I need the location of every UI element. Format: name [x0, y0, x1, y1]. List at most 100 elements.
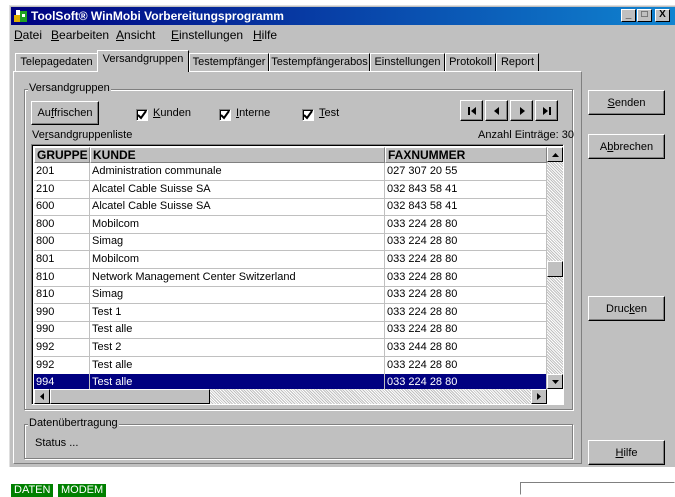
- table-row[interactable]: 210 Alcatel Cable Suisse SA 032 843 58 41: [34, 180, 547, 199]
- first-record-button[interactable]: [460, 100, 483, 121]
- list-label: Versandgruppenliste: [32, 129, 133, 141]
- refresh-button[interactable]: Au f frischen: [31, 101, 99, 125]
- cell-gruppe: 810: [34, 286, 90, 305]
- menu-hilfe[interactable]: Hilfe: [253, 28, 277, 42]
- tab-telepagedaten[interactable]: Telepagedaten: [15, 53, 98, 71]
- table-row[interactable]: 810 Simag 033 224 28 80: [34, 286, 547, 305]
- tab-protokoll[interactable]: Protokoll: [445, 53, 496, 71]
- check-icon: [137, 110, 147, 120]
- cell-kunde: Test 2: [90, 339, 385, 357]
- menu-bearbeiten[interactable]: Bearbeiten: [51, 28, 109, 42]
- table-row[interactable]: 810 Network Management Center Switzerland…: [34, 268, 547, 287]
- title-bar[interactable]: ToolSoft® WinMobi Vorbereitungsprogramm …: [11, 7, 675, 25]
- cell-faxnummer: 032 843 58 41: [385, 198, 547, 217]
- checkbox-kunden-label: Kunden: [153, 107, 191, 119]
- cell-gruppe: 800: [34, 233, 90, 252]
- cell-faxnummer: 033 224 28 80: [385, 321, 547, 340]
- cell-kunde: Test alle: [90, 321, 385, 340]
- cell-faxnummer: 033 224 28 80: [385, 233, 547, 252]
- cell-gruppe: 990: [34, 303, 90, 322]
- check-icon: [220, 110, 230, 120]
- entry-count: Anzahl Einträge: 30: [478, 129, 575, 141]
- checkbox-test[interactable]: [302, 109, 314, 121]
- arrow-right-icon: [537, 393, 541, 400]
- column-header-kunde[interactable]: KUNDE: [90, 147, 385, 163]
- arrow-down-icon: [551, 379, 559, 384]
- status-daten: DATEN: [11, 484, 54, 497]
- status-panel: [520, 482, 675, 495]
- cell-gruppe: 210: [34, 180, 90, 199]
- status-modem: MODEM: [58, 484, 107, 497]
- tab-testempfaengerabos[interactable]: Testempfängerabos: [269, 53, 370, 71]
- prev-icon: [493, 106, 499, 115]
- cell-faxnummer: 033 224 28 80: [385, 286, 547, 305]
- horizontal-scroll-thumb[interactable]: [50, 389, 210, 404]
- cell-gruppe: 201: [34, 163, 90, 181]
- scroll-right-button[interactable]: [531, 389, 547, 404]
- cell-gruppe: 800: [34, 215, 90, 234]
- last-icon: [542, 106, 551, 115]
- menu-datei[interactable]: Datei: [14, 28, 42, 42]
- help-button[interactable]: Hilfe: [588, 440, 665, 465]
- cell-gruppe: 600: [34, 198, 90, 217]
- checkbox-kunden[interactable]: [136, 109, 148, 121]
- cancel-button[interactable]: Ab brechen: [588, 134, 665, 159]
- table-row[interactable]: 201 Administration communale 027 307 20 55: [34, 163, 547, 181]
- table-row[interactable]: 992 Test 2 033 244 28 80: [34, 339, 547, 357]
- cell-gruppe: 990: [34, 321, 90, 340]
- table-row[interactable]: 990 Test 1 033 224 28 80: [34, 303, 547, 322]
- next-record-button[interactable]: [510, 100, 533, 121]
- check-icon: [303, 110, 313, 120]
- horizontal-scrollbar[interactable]: [34, 389, 547, 404]
- maximize-button[interactable]: □: [637, 9, 652, 22]
- checkbox-interne[interactable]: [219, 109, 231, 121]
- minimize-button[interactable]: _: [621, 9, 636, 22]
- table-row[interactable]: 800 Mobilcom 033 224 28 80: [34, 215, 547, 234]
- cell-kunde: Test 1: [90, 303, 385, 322]
- cell-kunde: Simag: [90, 286, 385, 305]
- last-record-button[interactable]: [535, 100, 558, 121]
- column-header-gruppe[interactable]: GRUPPE: [34, 147, 90, 163]
- cell-gruppe: 992: [34, 356, 90, 375]
- vertical-scrollbar[interactable]: [547, 147, 563, 389]
- column-header-faxnummer[interactable]: FAXNUMMER: [385, 147, 547, 163]
- tab-testempfaenger[interactable]: Testempfänger: [189, 53, 269, 71]
- table-row[interactable]: 992 Test alle 033 224 28 80: [34, 356, 547, 375]
- scroll-left-button[interactable]: [34, 389, 50, 404]
- prev-record-button[interactable]: [485, 100, 508, 121]
- cell-kunde: Network Management Center Switzerland: [90, 268, 385, 287]
- arrow-up-icon: [551, 152, 559, 157]
- cell-faxnummer: 033 224 28 80: [385, 215, 547, 234]
- tab-einstellungen[interactable]: Einstellungen: [370, 53, 445, 71]
- table-row[interactable]: 800 Simag 033 224 28 80: [34, 233, 547, 252]
- table-row[interactable]: 600 Alcatel Cable Suisse SA 032 843 58 41: [34, 198, 547, 217]
- cell-kunde: Test alle: [90, 356, 385, 375]
- send-button[interactable]: Senden: [588, 90, 665, 115]
- scroll-up-button[interactable]: [547, 147, 563, 162]
- cell-faxnummer: 027 307 20 55: [385, 163, 547, 181]
- tab-report[interactable]: Report: [496, 53, 539, 71]
- cell-gruppe: 992: [34, 339, 90, 357]
- versandgruppen-table[interactable]: GRUPPE KUNDE FAXNUMMER 201 Administration…: [31, 144, 564, 405]
- scroll-down-button[interactable]: [547, 374, 563, 389]
- tab-versandgruppen[interactable]: Versandgruppen: [97, 50, 189, 72]
- cell-gruppe: 810: [34, 268, 90, 287]
- print-button[interactable]: Druc k en: [588, 296, 665, 321]
- arrow-left-icon: [40, 393, 44, 400]
- menu-ansicht[interactable]: Ansicht: [116, 28, 155, 42]
- next-icon: [519, 106, 525, 115]
- datenuebertragung-group-label: Datenübertragung: [28, 417, 119, 429]
- menu-einstellungen[interactable]: Einstellungen: [171, 28, 243, 42]
- close-button[interactable]: X: [655, 9, 670, 22]
- cell-faxnummer: 033 224 28 80: [385, 251, 547, 269]
- table-row[interactable]: 801 Mobilcom 033 224 28 80: [34, 251, 547, 269]
- app-icon: [14, 10, 27, 22]
- cell-kunde: Alcatel Cable Suisse SA: [90, 180, 385, 199]
- cell-kunde: Mobilcom: [90, 251, 385, 269]
- menu-bar: Datei Bearbeiten Ansicht Einstellungen H…: [11, 26, 673, 44]
- table-row[interactable]: 990 Test alle 033 224 28 80: [34, 321, 547, 340]
- cell-kunde: Mobilcom: [90, 215, 385, 234]
- checkbox-interne-label: Interne: [236, 107, 271, 119]
- cell-kunde: Alcatel Cable Suisse SA: [90, 198, 385, 217]
- vertical-scroll-thumb[interactable]: [547, 261, 563, 277]
